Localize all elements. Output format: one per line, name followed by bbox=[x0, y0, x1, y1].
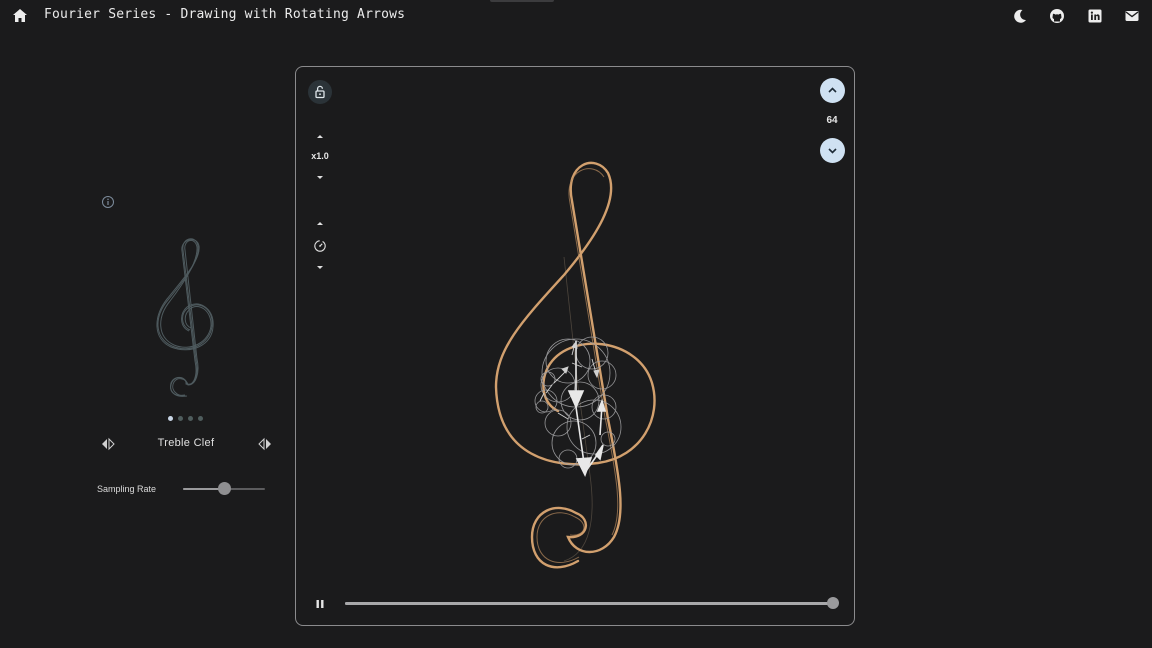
remove-arrows-button[interactable] bbox=[820, 138, 845, 163]
previous-shape-button[interactable] bbox=[100, 437, 116, 451]
pause-icon[interactable] bbox=[311, 595, 329, 613]
shape-preview[interactable] bbox=[150, 232, 220, 400]
speed-label: x1.0 bbox=[311, 151, 329, 161]
carousel-dot[interactable] bbox=[178, 416, 183, 421]
chevron-down-icon bbox=[828, 148, 837, 154]
sampling-rate-slider[interactable] bbox=[183, 482, 265, 495]
arrow-count-label: 64 bbox=[826, 115, 838, 126]
progress-slider[interactable] bbox=[345, 597, 839, 609]
speed-up-button[interactable] bbox=[313, 131, 327, 141]
carousel-dot[interactable] bbox=[188, 416, 193, 421]
moon-icon[interactable] bbox=[1010, 6, 1030, 26]
sampling-rate-label: Sampling Rate bbox=[97, 484, 157, 494]
info-icon[interactable] bbox=[101, 195, 115, 209]
add-arrows-button[interactable] bbox=[820, 78, 845, 103]
app-title: Fourier Series - Drawing with Rotating A… bbox=[44, 7, 406, 22]
top-handle bbox=[490, 0, 554, 2]
timer-down-button[interactable] bbox=[313, 263, 327, 273]
next-shape-button[interactable] bbox=[257, 437, 273, 451]
fourier-drawing bbox=[494, 161, 656, 569]
carousel-dot[interactable] bbox=[198, 416, 203, 421]
mail-icon[interactable] bbox=[1122, 6, 1142, 26]
chevron-up-icon bbox=[828, 87, 837, 93]
github-icon[interactable] bbox=[1047, 6, 1067, 26]
timer-icon bbox=[314, 240, 326, 252]
preset-carousel-dots bbox=[168, 416, 203, 421]
top-bar: Fourier Series - Drawing with Rotating A… bbox=[0, 0, 1152, 32]
lock-button[interactable] bbox=[308, 80, 332, 104]
carousel-dot[interactable] bbox=[168, 416, 173, 421]
sampling-rate-thumb[interactable] bbox=[218, 482, 231, 495]
speed-down-button[interactable] bbox=[313, 173, 327, 183]
lock-open-icon bbox=[315, 85, 325, 99]
drawing-canvas[interactable]: x1.0 64 bbox=[295, 66, 855, 626]
progress-fill bbox=[345, 602, 833, 605]
timer-up-button[interactable] bbox=[313, 218, 327, 228]
home-icon[interactable] bbox=[10, 6, 30, 26]
linkedin-icon[interactable] bbox=[1085, 6, 1105, 26]
progress-thumb[interactable] bbox=[827, 597, 839, 609]
shape-name-label: Treble Clef bbox=[157, 437, 215, 449]
